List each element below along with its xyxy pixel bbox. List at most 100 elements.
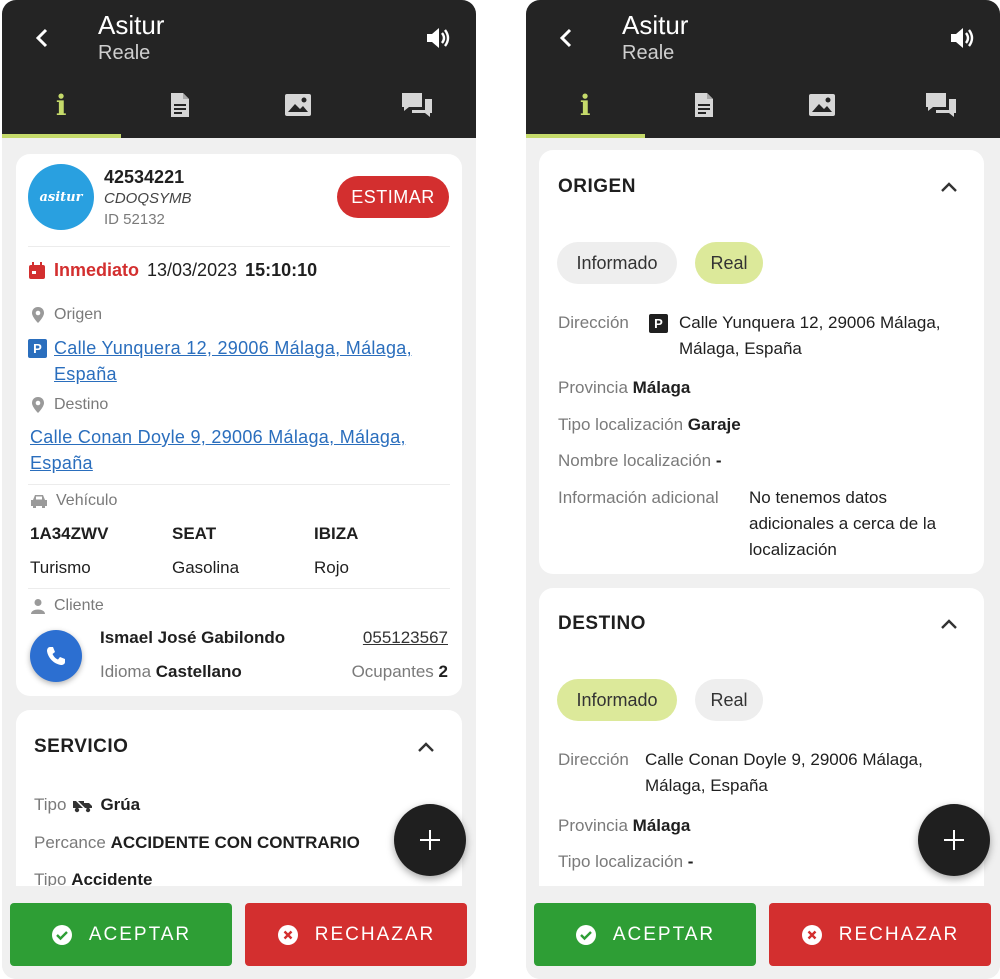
destino-label-row: Destino: [30, 396, 108, 414]
tab-chat[interactable]: [882, 72, 1000, 138]
document-icon: [694, 93, 713, 117]
destino-label: Destino: [54, 396, 109, 413]
car-icon: [31, 495, 47, 508]
chip-informado-selected[interactable]: Informado: [557, 679, 677, 721]
ocupantes-label: Ocupantes: [351, 662, 434, 681]
phone-screen-locations: Asitur Reale i ORIGEN Informado Real Dir…: [526, 0, 1000, 979]
speaker-button[interactable]: [948, 24, 978, 54]
direccion-label: Dirección: [558, 310, 629, 336]
idioma-value: Castellano: [155, 662, 242, 681]
provincia-row: Provincia Málaga: [558, 813, 690, 839]
vehicle-type: Turismo: [30, 558, 91, 577]
origen-address-row: P Calle Yunquera 12, 29006 Málaga, Málag…: [28, 335, 448, 387]
content-scroll[interactable]: ORIGEN Informado Real Dirección P Calle …: [526, 138, 1000, 886]
tab-chat[interactable]: [358, 72, 477, 138]
schedule-date: 13/03/2023: [147, 260, 238, 280]
tab-info[interactable]: i: [2, 72, 121, 138]
chevron-up-icon[interactable]: [416, 737, 436, 757]
tab-documents[interactable]: [121, 72, 240, 138]
divider: [28, 588, 450, 589]
tipo-localizacion-value: Garaje: [687, 415, 741, 434]
accept-label: ACEPTAR: [88, 923, 192, 945]
add-fab-button[interactable]: [918, 804, 990, 876]
reject-button[interactable]: RECHAZAR: [245, 903, 467, 966]
divider: [28, 246, 450, 247]
tab-info[interactable]: i: [526, 72, 645, 138]
direccion-value: Calle Yunquera 12, 29006 Málaga, Málaga,…: [679, 313, 941, 358]
vehicle-color: Rojo: [314, 558, 349, 577]
tab-images[interactable]: [239, 72, 358, 138]
servicio-title: SERVICIO: [34, 736, 129, 757]
info-icon: i: [55, 88, 67, 122]
info-adicional-label: Información adicional: [558, 485, 719, 511]
chip-informado[interactable]: Informado: [557, 242, 677, 284]
parking-icon: P: [649, 314, 668, 333]
reject-label: RECHAZAR: [838, 923, 960, 945]
destino-address-link[interactable]: Calle Conan Doyle 9, 29006 Málaga, Málag…: [30, 427, 406, 473]
destino-address-row: Calle Conan Doyle 9, 29006 Málaga, Málag…: [30, 424, 450, 476]
cancel-circle-icon: [801, 924, 822, 945]
app-bar: Asitur Reale i: [2, 0, 476, 138]
vehicle-brand: SEAT: [172, 524, 217, 543]
info-adicional-label-text: Información adicional: [558, 488, 719, 507]
logo-text: asitur: [39, 189, 83, 205]
info-icon: i: [579, 88, 591, 122]
chip-real[interactable]: Real: [695, 679, 763, 721]
chip-real-selected[interactable]: Real: [695, 242, 763, 284]
app-bar-titles: Asitur Reale: [622, 10, 688, 66]
cliente-label-row: Cliente: [30, 597, 104, 615]
tipo2-value: Accidente: [71, 870, 153, 886]
schedule-time: 15:10:10: [245, 260, 318, 280]
info-adicional-value: No tenemos datos adicionales a cerca de …: [749, 488, 937, 559]
tab-images[interactable]: [763, 72, 882, 138]
reject-button[interactable]: RECHAZAR: [769, 903, 991, 966]
servicio-card: SERVICIO Tipo Grúa Percance ACCIDENTE CO…: [16, 710, 462, 886]
call-button[interactable]: [30, 630, 82, 682]
tipo-localizacion-row: Tipo localización Garaje: [558, 412, 741, 438]
app-subtitle: Reale: [622, 42, 675, 64]
app-bar-titles: Asitur Reale: [98, 10, 164, 66]
add-fab-button[interactable]: [394, 804, 466, 876]
speaker-button[interactable]: [424, 24, 454, 54]
divider: [28, 484, 450, 485]
image-icon: [285, 94, 312, 116]
accept-button[interactable]: ACEPTAR: [10, 903, 232, 966]
direccion-label-text: Dirección: [558, 313, 629, 332]
cancel-circle-icon: [277, 924, 298, 945]
tipo2-label: Tipo: [34, 870, 67, 886]
back-button[interactable]: [24, 20, 60, 56]
tab-documents[interactable]: [645, 72, 764, 138]
chevron-left-icon: [559, 28, 572, 48]
destino-title: DESTINO: [558, 613, 646, 634]
direccion-value: Calle Conan Doyle 9, 29006 Málaga, Málag…: [645, 750, 923, 795]
service-ids: 42534221 CDOQSYMB ID 52132: [104, 166, 192, 230]
content-scroll[interactable]: asitur 42534221 CDOQSYMB ID 52132 ESTIMA…: [2, 138, 476, 886]
chevron-up-icon[interactable]: [939, 177, 959, 197]
ocupantes-value: 2: [438, 662, 448, 681]
vehicle-fuel: Gasolina: [172, 558, 240, 577]
document-icon: [170, 93, 189, 117]
back-button[interactable]: [548, 20, 584, 56]
estimar-label: ESTIMAR: [351, 186, 435, 207]
phone-icon: [47, 647, 65, 665]
phone-screen-summary: Asitur Reale i asitur 42534221 CDOQSYMB …: [2, 0, 476, 979]
tab-bar: i: [526, 72, 1000, 138]
location-pin-icon: [32, 397, 44, 413]
parking-icon: P: [28, 339, 47, 358]
chevron-up-icon[interactable]: [939, 614, 959, 634]
direccion-label: Dirección: [558, 747, 629, 773]
origen-label: Origen: [54, 306, 103, 323]
servicio-tipo-row: Tipo Grúa: [34, 792, 140, 818]
provincia-label: Provincia: [558, 378, 628, 397]
accept-button[interactable]: ACEPTAR: [534, 903, 756, 966]
provincia-row: Provincia Málaga: [558, 375, 690, 401]
vehicle-plate: 1A34ZWV: [30, 524, 109, 543]
percance-value: ACCIDENTE CON CONTRARIO: [110, 833, 360, 852]
origen-address-link[interactable]: Calle Yunquera 12, 29006 Málaga, Málaga,…: [54, 335, 448, 387]
tab-bar: i: [2, 72, 476, 138]
provincia-label: Provincia: [558, 816, 628, 835]
percance-label: Percance: [34, 833, 106, 852]
tipo-localizacion-label: Tipo localización: [558, 852, 684, 871]
client-phone-link[interactable]: 055123567: [363, 628, 448, 648]
estimar-button[interactable]: ESTIMAR: [337, 176, 449, 218]
